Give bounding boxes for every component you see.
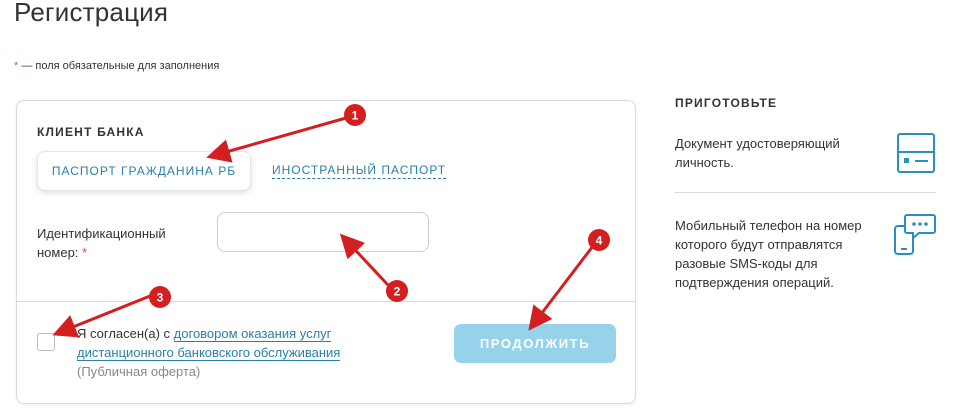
id-number-input[interactable] (217, 212, 429, 252)
tab-passport-rb[interactable]: ПАСПОРТ ГРАЖДАНИНА РБ (37, 151, 251, 191)
client-section-heading: КЛИЕНТ БАНКА (37, 125, 145, 139)
registration-form-card: КЛИЕНТ БАНКА ПАСПОРТ ГРАЖДАНИНА РБ ИНОСТ… (16, 100, 636, 404)
id-number-label: Идентификационный номер: * (37, 224, 207, 262)
document-icon (897, 133, 935, 173)
id-number-label-text: Идентификационный номер: (37, 226, 166, 260)
prepare-item-phone: Мобильный телефон на номер которого буду… (675, 218, 862, 290)
required-fields-note: * — поля обязательные для заполнения (14, 60, 219, 72)
public-offer-note: (Публичная оферта) (77, 364, 201, 379)
prepare-heading: ПРИГОТОВЬТЕ (675, 96, 778, 110)
prepare-item-document: Документ удостоверяющий личность. (675, 136, 840, 170)
continue-button[interactable]: ПРОДОЛЖИТЬ (454, 324, 616, 363)
tab-foreign-passport[interactable]: ИНОСТРАННЫЙ ПАСПОРТ (272, 151, 447, 191)
agreement-text: Я согласен(а) с договором оказания услуг… (77, 324, 377, 381)
agreement-checkbox[interactable] (37, 333, 55, 351)
prepare-divider (675, 192, 936, 193)
mobile-sms-icon (894, 214, 936, 255)
tab-foreign-passport-label: ИНОСТРАННЫЙ ПАСПОРТ (272, 163, 447, 179)
required-note-text: — поля обязательные для заполнения (18, 60, 220, 72)
page-title: Регистрация (14, 0, 169, 27)
agreement-prefix: Я согласен(а) с (77, 326, 174, 341)
id-required-star: * (82, 245, 88, 260)
tab-passport-rb-label: ПАСПОРТ ГРАЖДАНИНА РБ (51, 164, 237, 178)
form-divider (17, 301, 635, 302)
